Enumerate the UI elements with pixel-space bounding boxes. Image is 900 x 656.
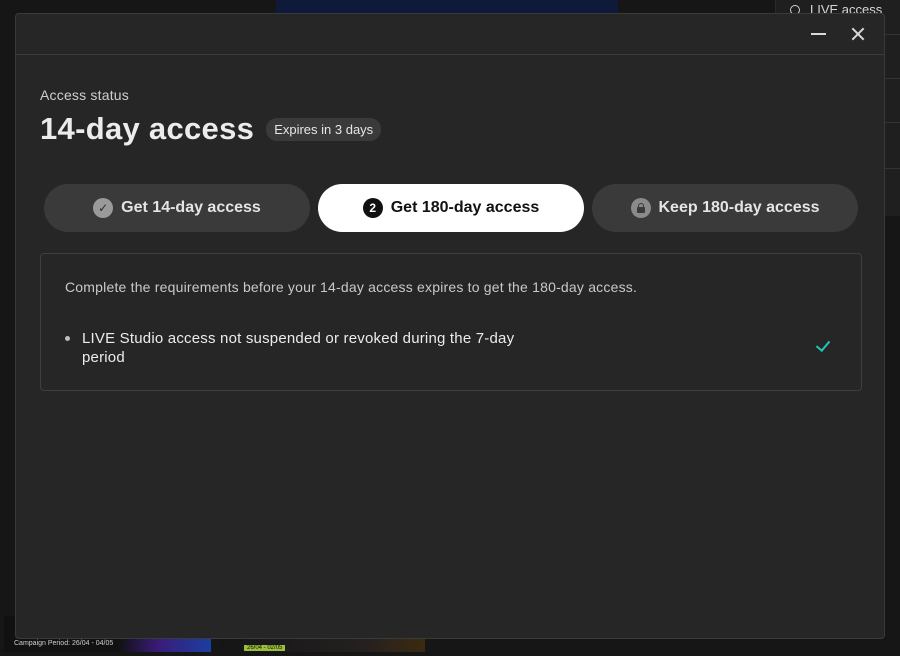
number-circle-icon: 2 <box>362 198 383 218</box>
step-label: Get 14-day access <box>121 199 261 216</box>
access-status-dialog: Access status 14-day access Expires in 3… <box>15 13 885 639</box>
background-banner <box>276 0 618 14</box>
page-title: 14-day access <box>40 111 255 146</box>
step-label: Get 180-day access <box>390 199 540 216</box>
check-icon <box>818 340 832 348</box>
expiry-badge: Expires in 3 days <box>266 117 382 141</box>
requirement-item: LIVE Studio access not suspended or revo… <box>65 329 825 367</box>
campaign-date-tag: 26/04 - 02/05 <box>244 645 286 651</box>
step-label: Keep 180-day access <box>658 199 820 216</box>
step-get-180-day-access[interactable]: 2 Get 180-day access <box>318 184 584 232</box>
minimize-button[interactable] <box>808 24 830 44</box>
access-steps: ✓ Get 14-day access 2 Get 180-day access… <box>44 184 858 232</box>
title-row: 14-day access Expires in 3 days <box>40 111 382 147</box>
bullet <box>65 336 70 341</box>
close-button[interactable] <box>847 24 869 44</box>
access-status-label: Access status <box>40 87 129 103</box>
requirement-text: LIVE Studio access not suspended or revo… <box>82 330 515 366</box>
dialog-titlebar <box>16 14 884 55</box>
step-get-14-day-access[interactable]: ✓ Get 14-day access <box>44 184 310 232</box>
requirements-panel: Complete the requirements before your 14… <box>40 253 862 391</box>
campaign-caption: Campaign Period: 26/04 - 04/05 <box>14 640 114 647</box>
requirements-description: Complete the requirements before your 14… <box>65 279 638 295</box>
lock-icon <box>630 198 651 218</box>
check-circle-icon: ✓ <box>93 198 114 218</box>
step-keep-180-day-access[interactable]: Keep 180-day access <box>592 184 858 232</box>
